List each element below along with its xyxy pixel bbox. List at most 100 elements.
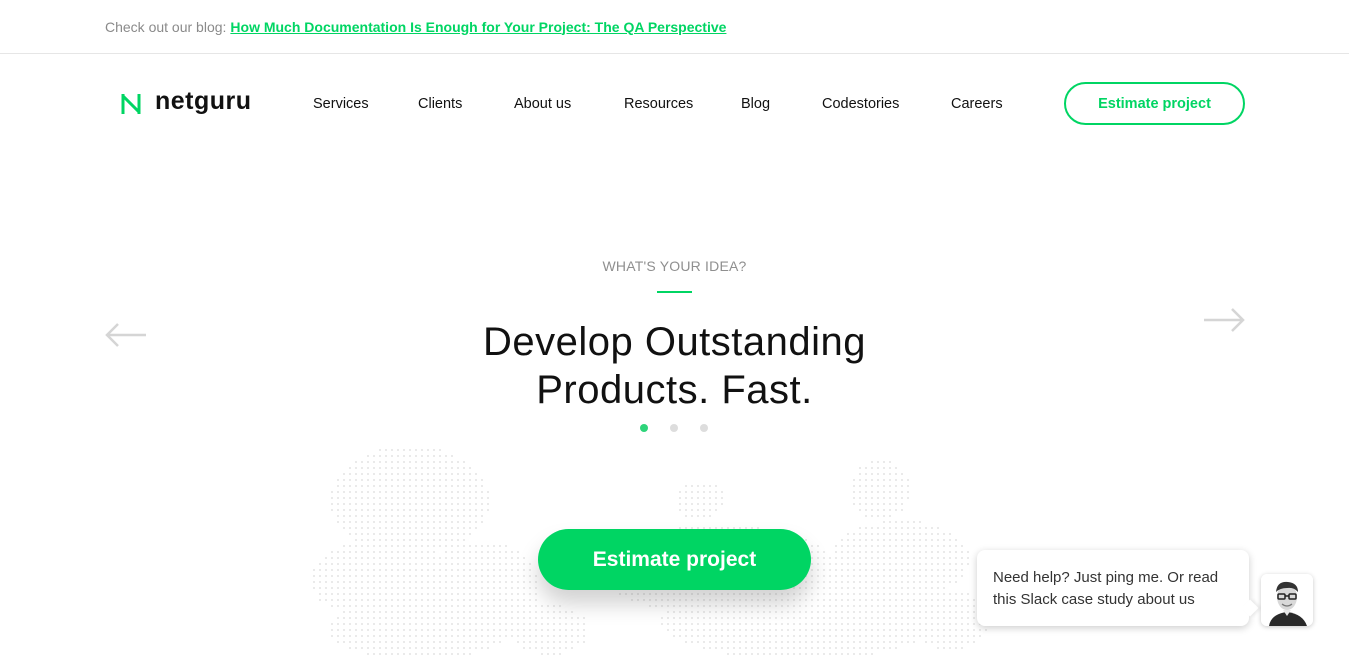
map-dot <box>355 635 357 637</box>
map-dot <box>883 521 885 523</box>
map-dot <box>397 605 399 607</box>
map-dot <box>847 623 849 625</box>
map-dot <box>925 587 927 589</box>
map-dot <box>937 581 939 583</box>
map-dot <box>943 623 945 625</box>
map-dot <box>397 593 399 595</box>
map-dot <box>439 461 441 463</box>
map-dot <box>925 575 927 577</box>
nav-item-about-us[interactable]: About us <box>514 96 571 112</box>
map-dot <box>655 599 657 601</box>
map-dot <box>487 647 489 649</box>
map-dot <box>553 629 555 631</box>
map-dot <box>553 647 555 649</box>
netguru-logo[interactable]: netguru <box>119 87 252 118</box>
map-dot <box>439 647 441 649</box>
map-dot <box>427 449 429 451</box>
map-dot <box>373 557 375 559</box>
map-dot <box>439 569 441 571</box>
map-dot <box>397 533 399 535</box>
map-dot <box>361 515 363 517</box>
map-dot <box>397 491 399 493</box>
map-dot <box>679 617 681 619</box>
map-dot <box>937 569 939 571</box>
map-dot <box>937 635 939 637</box>
map-dot <box>841 599 843 601</box>
map-dot <box>469 599 471 601</box>
map-dot <box>931 563 933 565</box>
map-dot <box>889 581 891 583</box>
map-dot <box>817 617 819 619</box>
map-dot <box>571 617 573 619</box>
map-dot <box>469 533 471 535</box>
slider-prev-button[interactable] <box>104 321 148 354</box>
map-dot <box>493 587 495 589</box>
map-dot <box>559 605 561 607</box>
nav-estimate-project-button[interactable]: Estimate project <box>1064 82 1245 125</box>
slider-dot-1[interactable] <box>640 424 648 432</box>
map-dot <box>451 545 453 547</box>
map-dot <box>643 593 645 595</box>
map-dot <box>481 545 483 547</box>
map-dot <box>823 617 825 619</box>
map-dot <box>877 473 879 475</box>
map-dot <box>421 575 423 577</box>
map-dot <box>457 497 459 499</box>
map-dot <box>529 587 531 589</box>
map-dot <box>823 551 825 553</box>
map-dot <box>859 527 861 529</box>
nav-item-clients[interactable]: Clients <box>418 96 462 112</box>
map-dot <box>781 593 783 595</box>
map-dot <box>859 581 861 583</box>
map-dot <box>463 617 465 619</box>
map-dot <box>469 635 471 637</box>
map-dot <box>469 569 471 571</box>
slider-next-button[interactable] <box>1202 306 1246 339</box>
map-dot <box>385 551 387 553</box>
slider-dot-2[interactable] <box>670 424 678 432</box>
map-dot <box>397 557 399 559</box>
map-dot <box>493 557 495 559</box>
chat-help-bubble[interactable]: Need help? Just ping me. Or read this Sl… <box>977 550 1249 626</box>
map-dot <box>739 635 741 637</box>
map-dot <box>367 527 369 529</box>
map-dot <box>487 497 489 499</box>
map-dot <box>733 599 735 601</box>
map-dot <box>715 491 717 493</box>
map-dot <box>535 635 537 637</box>
chat-avatar[interactable] <box>1261 574 1313 626</box>
map-dot <box>385 521 387 523</box>
nav-item-resources[interactable]: Resources <box>624 96 693 112</box>
map-dot <box>829 593 831 595</box>
map-dot <box>433 593 435 595</box>
nav-item-services[interactable]: Services <box>313 96 369 112</box>
map-dot <box>427 563 429 565</box>
nav-item-careers[interactable]: Careers <box>951 96 1003 112</box>
map-dot <box>517 641 519 643</box>
map-dot <box>889 599 891 601</box>
map-dot <box>349 551 351 553</box>
map-dot <box>817 599 819 601</box>
map-dot <box>445 503 447 505</box>
map-dot <box>877 623 879 625</box>
map-dot <box>337 491 339 493</box>
map-dot <box>439 653 441 655</box>
map-dot <box>547 641 549 643</box>
map-dot <box>649 599 651 601</box>
map-dot <box>373 629 375 631</box>
hero-estimate-project-button[interactable]: Estimate project <box>538 529 811 590</box>
nav-item-codestories[interactable]: Codestories <box>822 96 899 112</box>
blog-link[interactable]: How Much Documentation Is Enough for You… <box>230 19 726 35</box>
map-dot <box>415 539 417 541</box>
slider-dot-3[interactable] <box>700 424 708 432</box>
map-dot <box>343 629 345 631</box>
map-dot <box>703 515 705 517</box>
map-dot <box>337 557 339 559</box>
map-dot <box>565 647 567 649</box>
map-dot <box>523 557 525 559</box>
map-dot <box>445 551 447 553</box>
nav-item-blog[interactable]: Blog <box>741 96 770 112</box>
map-dot <box>439 521 441 523</box>
map-dot <box>415 575 417 577</box>
map-dot <box>883 533 885 535</box>
